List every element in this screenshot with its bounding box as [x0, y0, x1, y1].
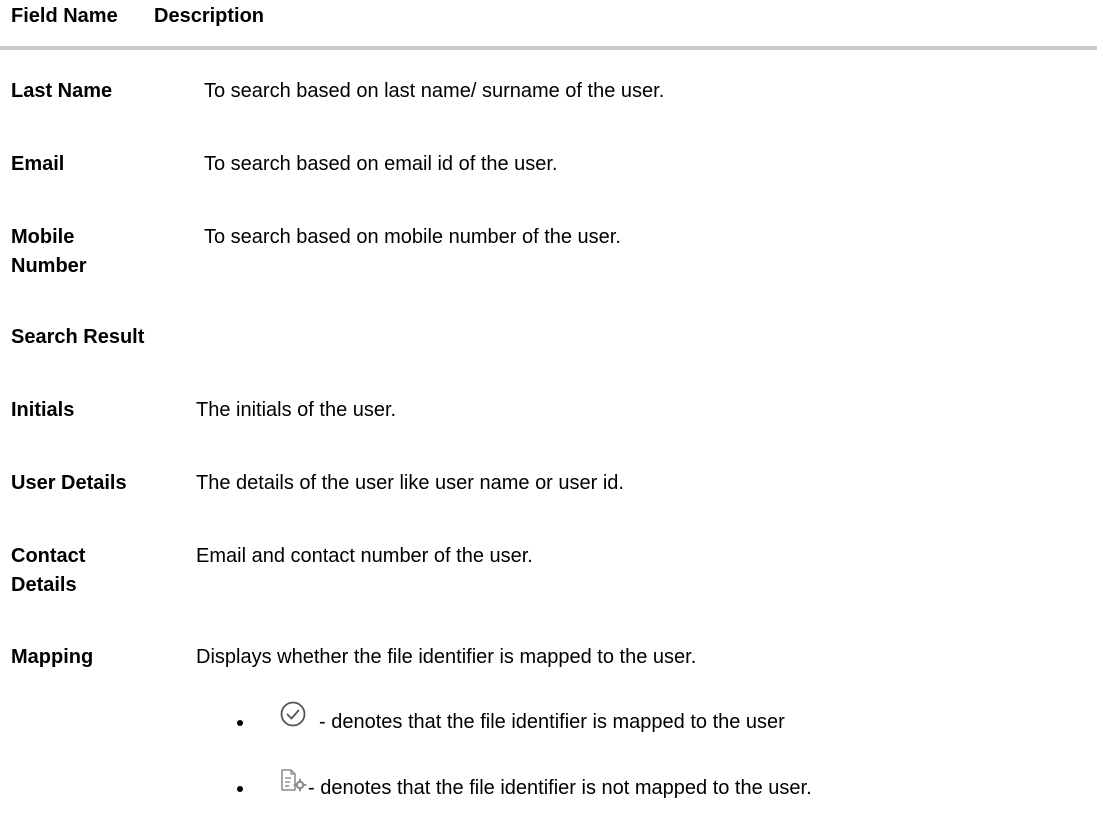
field-description: To search based on email id of the user. [204, 153, 558, 175]
document-settings-icon [281, 769, 307, 792]
table-header: Field Name Description [0, 0, 1097, 46]
result-name: Contact Details [11, 542, 151, 600]
result-description: Email and contact number of the user. [196, 545, 533, 567]
bullet-dot [237, 720, 243, 726]
result-name-line-2: Details [11, 574, 77, 596]
field-description: To search based on mobile number of the … [204, 226, 621, 248]
mapping-bullet-text: - denotes that the file identifier is ma… [319, 711, 785, 733]
result-description: Displays whether the file identifier is … [196, 646, 697, 668]
mapping-bullet-mapped: - denotes that the file identifier is ma… [0, 698, 1097, 738]
check-circle-icon [280, 701, 306, 727]
field-name: Mobile Number [11, 223, 151, 281]
result-description: The details of the user like user name o… [196, 472, 624, 494]
field-name: Email [11, 153, 65, 175]
mapping-bullet-text: - denotes that the file identifier is no… [308, 777, 812, 799]
result-name: Initials [11, 399, 75, 421]
field-name-line-2: Number [11, 255, 87, 277]
field-name: Last Name [11, 80, 113, 102]
result-name: Mapping [11, 646, 94, 668]
header-field-name: Field Name [11, 5, 118, 27]
result-name-line-1: Contact [11, 545, 86, 567]
result-description: The initials of the user. [196, 399, 397, 421]
field-name-line-1: Mobile [11, 226, 75, 248]
header-divider [0, 46, 1097, 50]
header-description: Description [154, 5, 265, 27]
section-title-search-result: Search Result [11, 326, 145, 348]
field-description: To search based on last name/ surname of… [204, 80, 665, 102]
bullet-dot [237, 786, 243, 792]
mapping-bullet-not-mapped: - denotes that the file identifier is no… [0, 768, 1097, 808]
result-name: User Details [11, 472, 127, 494]
